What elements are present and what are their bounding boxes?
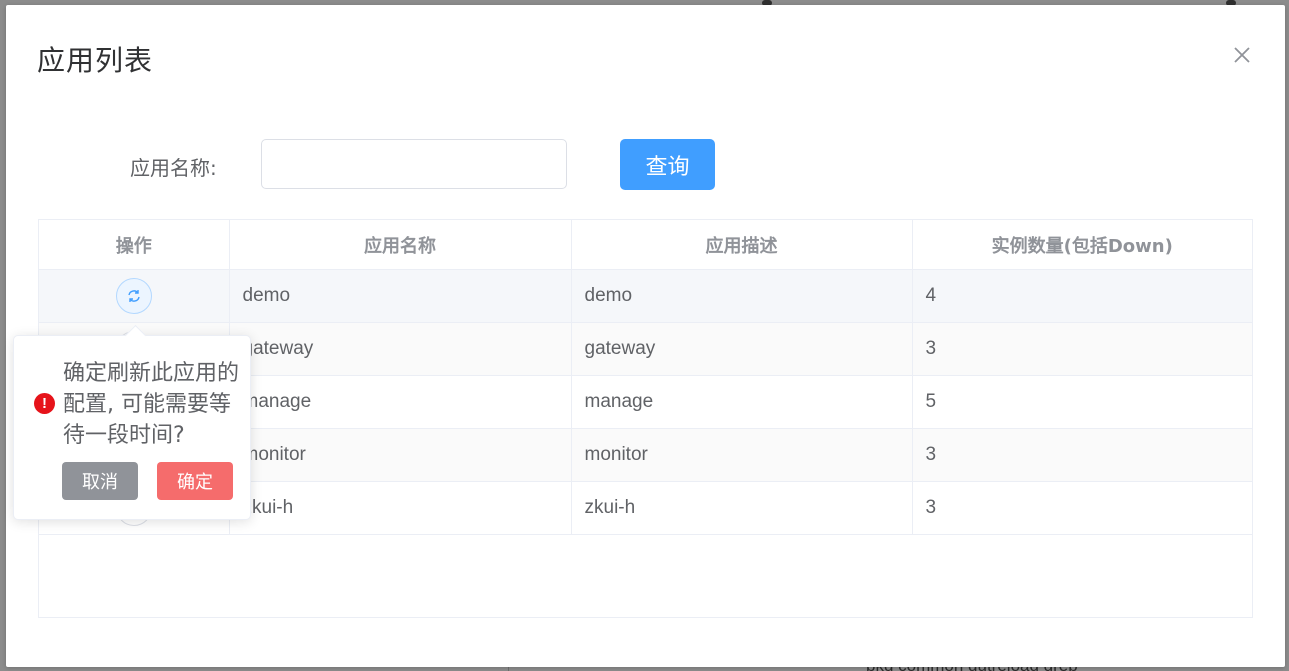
warning-icon: !: [34, 393, 55, 414]
popconfirm-message: 确定刷新此应用的配置, 可能需要等待一段时间?: [63, 361, 240, 448]
close-icon[interactable]: [1228, 41, 1256, 69]
table-row: demo demo 4: [39, 269, 1252, 323]
app-name-input[interactable]: [261, 139, 567, 189]
cell-instance-count: 5: [912, 375, 1252, 429]
dialog-title: 应用列表: [37, 44, 154, 77]
cell-app-desc: zkui-h: [571, 481, 913, 535]
app-list-dialog: 应用列表 应用名称: 查询 操作 应用名称 应用描述 实例数量(包括Down): [6, 5, 1285, 667]
cell-instance-count: 3: [912, 428, 1252, 482]
column-header-count: 实例数量(包括Down): [912, 220, 1252, 270]
cell-app-desc: demo: [571, 269, 913, 323]
cell-app-name: monitor: [229, 428, 572, 482]
cell-app-name: gateway: [229, 322, 572, 376]
cancel-button[interactable]: 取消: [62, 462, 138, 500]
refresh-icon[interactable]: [115, 278, 152, 314]
cell-instance-count: 3: [912, 481, 1252, 535]
cell-app-desc: manage: [571, 375, 913, 429]
app-name-label: 应用名称:: [130, 156, 217, 180]
cell-app-name: manage: [229, 375, 572, 429]
cell-app-name: demo: [229, 269, 572, 323]
column-header-desc: 应用描述: [571, 220, 913, 270]
cell-app-name: zkui-h: [229, 481, 572, 535]
cell-instance-count: 3: [912, 322, 1252, 376]
cell-app-desc: gateway: [571, 322, 913, 376]
search-button[interactable]: 查询: [620, 139, 715, 190]
cell-instance-count: 4: [912, 269, 1252, 323]
table-header-row: 操作 应用名称 应用描述 实例数量(包括Down): [39, 220, 1252, 270]
column-header-action: 操作: [39, 220, 230, 270]
column-header-name: 应用名称: [229, 220, 572, 270]
confirm-button[interactable]: 确定: [157, 462, 233, 500]
refresh-popconfirm: ! 确定刷新此应用的配置, 可能需要等待一段时间? 取消 确定: [13, 324, 251, 520]
cell-app-desc: monitor: [571, 428, 913, 482]
